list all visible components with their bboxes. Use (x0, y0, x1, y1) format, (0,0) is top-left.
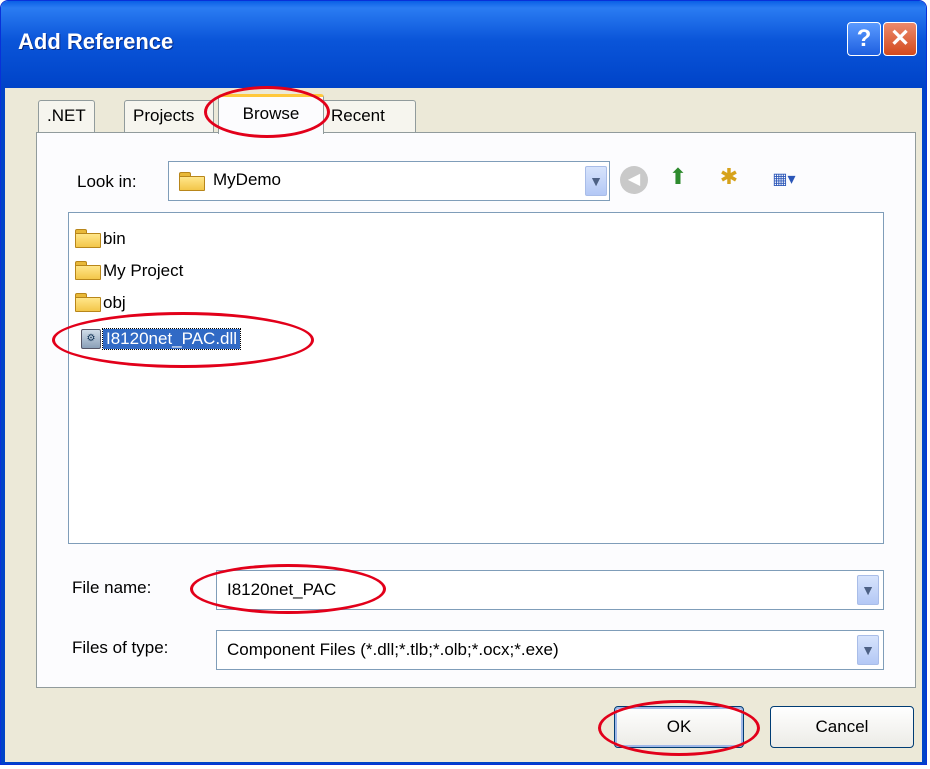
help-button[interactable]: ? (847, 22, 881, 56)
look-in-value: MyDemo (213, 170, 282, 189)
dll-file-icon: ⚙ (81, 329, 101, 349)
folder-icon (75, 293, 101, 312)
tab-recent[interactable]: Recent (322, 100, 416, 132)
file-list[interactable]: bin My Project obj ⚙ I8120net_PAC.dll (68, 212, 884, 544)
dialog-title: Add Reference (18, 29, 174, 54)
file-type-select[interactable]: Component Files (*.dll;*.tlb;*.olb;*.ocx… (216, 630, 884, 670)
chevron-down-icon[interactable]: ▼ (857, 635, 879, 665)
folder-icon (75, 261, 101, 280)
file-type-value: Component Files (*.dll;*.tlb;*.olb;*.ocx… (227, 640, 559, 659)
back-icon[interactable]: ◀ (620, 166, 648, 194)
folder-icon (75, 229, 101, 248)
file-type-label: Files of type: (72, 638, 169, 657)
file-name-field[interactable]: I8120net_PAC ▼ (216, 570, 884, 610)
view-menu-icon[interactable]: ▦▾ (764, 166, 804, 194)
tab-net[interactable]: .NET (38, 100, 95, 132)
new-folder-icon[interactable]: ✱ (714, 164, 744, 194)
ok-button[interactable]: OK (614, 706, 744, 748)
title-bar[interactable]: Add Reference ? ✕ (1, 1, 926, 88)
close-button[interactable]: ✕ (883, 22, 917, 56)
look-in-label: Look in: (77, 172, 137, 191)
file-name-value: I8120net_PAC (227, 580, 337, 599)
tab-projects[interactable]: Projects (124, 100, 214, 132)
folder-icon (179, 172, 205, 191)
file-name-label: File name: (72, 578, 152, 597)
chevron-down-icon[interactable]: ▼ (585, 166, 607, 196)
up-folder-icon[interactable]: ⬆ (664, 164, 692, 194)
cancel-button[interactable]: Cancel (770, 706, 914, 748)
chevron-down-icon[interactable]: ▼ (857, 575, 879, 605)
tab-browse[interactable]: Browse (218, 94, 324, 134)
look-in-combo[interactable]: MyDemo ▼ (168, 161, 610, 201)
